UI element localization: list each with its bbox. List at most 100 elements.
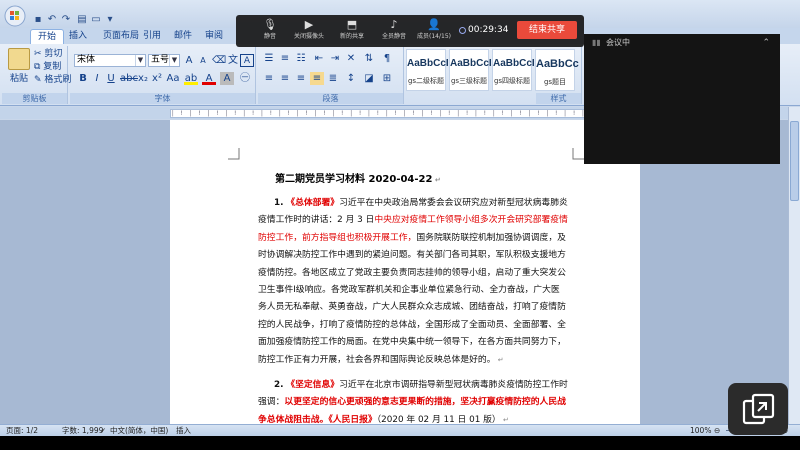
collapse-icon[interactable]: ⌃ (762, 34, 770, 52)
bold-icon[interactable]: B (76, 72, 90, 85)
camera-off-button[interactable]: ▶ 关闭摄像头 (291, 18, 327, 42)
paste-button[interactable]: 粘贴 (10, 73, 28, 85)
line-spacing-icon[interactable]: ↕ (344, 72, 358, 85)
zoom-out-icon[interactable]: ⊖ (714, 425, 720, 436)
redo-icon[interactable]: ↷ (60, 14, 72, 25)
align-left-icon[interactable]: ≡ (262, 72, 276, 85)
tab-references[interactable]: 引用 (136, 29, 168, 44)
paste-icon[interactable] (8, 48, 30, 70)
customize-quick-access-icon[interactable]: ▾ (104, 14, 116, 25)
justify-icon[interactable]: ≡ (310, 72, 324, 85)
meeting-panel-title: 会议中 (606, 38, 630, 47)
decrease-indent-icon[interactable]: ⇤ (312, 52, 326, 65)
format-painter-label: 格式刷 (44, 75, 72, 85)
underline-icon[interactable]: U (104, 72, 118, 85)
phonetic-guide-icon[interactable]: 文 (226, 54, 240, 67)
office-logo-icon[interactable] (4, 5, 26, 27)
mute-all-icon: ♪ (390, 18, 398, 31)
paragraph-mark: ↵ (500, 415, 509, 424)
paragraph-text: 国务院联防联控机制加强协调调度，及时协调解决防控工作中遇到的紧迫问题。有关部门各… (258, 232, 566, 365)
document-page[interactable]: 第二期党员学习材料 2020-04-22 ↵ 1. 《总体部署》习近平在中央政治… (170, 120, 640, 425)
superscript-icon[interactable]: x² (150, 72, 164, 85)
tab-mailings[interactable]: 邮件 (167, 29, 199, 44)
insert-mode[interactable]: 插入 (176, 425, 191, 436)
print-icon[interactable]: ▤ (76, 14, 88, 25)
meeting-toolbar: 🎙 静音 ▶ 关闭摄像头 ⬒ 新的共享 ♪ 全员静音 👤 成员(14/15) 0… (236, 15, 584, 47)
subscript-icon[interactable]: x₂ (136, 72, 150, 85)
italic-icon[interactable]: I (90, 72, 104, 85)
end-share-button[interactable]: 结束共享 (517, 21, 577, 39)
meeting-timer: 00:29:34 (468, 25, 509, 35)
font-color-icon[interactable]: A (202, 72, 216, 85)
word-count[interactable]: 字数: 1,999 (62, 425, 103, 436)
style-name: gs三级标题 (450, 77, 488, 85)
mute-button[interactable]: 🎙 静音 (252, 18, 288, 42)
distributed-icon[interactable]: ≣ (326, 72, 340, 85)
style-name: gs题目 (543, 78, 567, 86)
cut-button[interactable]: ✂ 剪切 (34, 48, 62, 60)
new-share-button[interactable]: ⬒ 新的共享 (334, 18, 370, 42)
highlight-icon[interactable]: ab (184, 72, 198, 85)
camera-label: 关闭摄像头 (293, 33, 324, 40)
horizontal-ruler[interactable]: │ ! │ ! │ ! │ ! │ ! │ ! │ ! │ ! │ ! │ ! … (170, 109, 640, 118)
multilevel-list-icon[interactable]: ☷ (294, 52, 308, 65)
char-border-icon[interactable]: A (240, 54, 254, 67)
chinese-layout-icon[interactable]: ✕ (344, 52, 358, 65)
align-right-icon[interactable]: ≡ (294, 72, 308, 85)
font-name-value: 宋体 (77, 55, 96, 65)
style-name: gs二级标题 (407, 77, 445, 85)
floating-share-button[interactable] (728, 383, 788, 435)
font-size-select[interactable]: 五号 ▼ (148, 54, 180, 67)
page-count[interactable]: 页面: 1/2 (6, 425, 38, 436)
vertical-scrollbar[interactable] (788, 107, 800, 424)
scroll-thumb[interactable] (790, 121, 799, 201)
font-name-select[interactable]: 宋体 ▼ (74, 54, 146, 67)
shading-icon[interactable]: ◪ (362, 72, 376, 85)
tab-home[interactable]: 开始 (30, 29, 65, 44)
shrink-font-icon[interactable]: A (196, 54, 210, 67)
clear-format-icon[interactable]: ⌫ (212, 54, 226, 67)
microphone-icon: 🎙 (263, 18, 277, 31)
members-icon: 👤 (427, 18, 441, 31)
format-painter-button[interactable]: ✎ 格式刷 (34, 74, 71, 86)
clipboard-group: 粘贴 ✂ 剪切 ⧉ 复制 ✎ 格式刷 剪贴板 (2, 46, 71, 104)
members-button[interactable]: 👤 成员(14/15) (416, 18, 452, 42)
char-shading-icon[interactable]: A (220, 72, 234, 85)
section-tag: 《总体部署》 (286, 198, 340, 208)
undo-icon[interactable]: ↶ (46, 14, 58, 25)
save-icon[interactable]: ▪ (32, 14, 44, 25)
style-gs-title[interactable]: AaBbCc gs题目 (535, 49, 579, 91)
sort-icon[interactable]: ⇅ (362, 52, 376, 65)
meeting-panel-header[interactable]: ▮▮ 会议中 ⌃ (584, 34, 780, 52)
status-bar: 页面: 1/2 字数: 1,999 ✓ 中文(简体，中国) 插入 100% ⊖ … (0, 424, 800, 436)
screen-share-icon (742, 393, 775, 425)
mute-label: 静音 (263, 33, 276, 40)
align-center-icon[interactable]: ≡ (278, 72, 292, 85)
show-marks-icon[interactable]: ¶ (380, 52, 394, 65)
spell-check-icon[interactable]: ✓ (100, 425, 106, 436)
mute-all-button[interactable]: ♪ 全员静音 (376, 18, 412, 42)
open-folder-icon[interactable]: ▭ (90, 14, 102, 25)
style-name: gs四级标题 (493, 77, 531, 85)
language[interactable]: 中文(简体，中国) (110, 425, 168, 436)
title-text: 第二期党员学习材料 2020-04-22 (275, 174, 433, 185)
styles-group-label: 样式 (536, 93, 581, 104)
style-gs-level4[interactable]: AaBbCcI gs四级标题 (492, 49, 535, 91)
strikethrough-icon[interactable]: abc (120, 72, 138, 85)
numbering-icon[interactable]: ≡ (278, 52, 292, 65)
style-gs-level3[interactable]: AaBbCcI gs三级标题 (449, 49, 492, 91)
tab-insert[interactable]: 插入 (62, 29, 94, 44)
increase-indent-icon[interactable]: ⇥ (328, 52, 342, 65)
style-gs-level2[interactable]: AaBbCcI gs二级标题 (406, 49, 449, 91)
grow-font-icon[interactable]: A (182, 54, 196, 67)
borders-icon[interactable]: ⊞ (380, 72, 394, 85)
tab-review[interactable]: 审阅 (198, 29, 230, 44)
item-number: 2. (274, 380, 284, 391)
members-label: 成员(14/15) (417, 33, 451, 40)
change-case-icon[interactable]: Aa (166, 72, 180, 85)
bullets-icon[interactable]: ☰ (262, 52, 276, 65)
enclose-char-icon[interactable]: ㊀ (238, 72, 252, 85)
screen: ▪ ↶ ↷ ▤ ▭ ▾ 开始 插入 页面布局 引用 邮件 审阅 粘贴 ✂ 剪切 … (0, 0, 800, 450)
copy-button[interactable]: ⧉ 复制 (34, 61, 61, 73)
zoom-level[interactable]: 100% (690, 425, 711, 436)
